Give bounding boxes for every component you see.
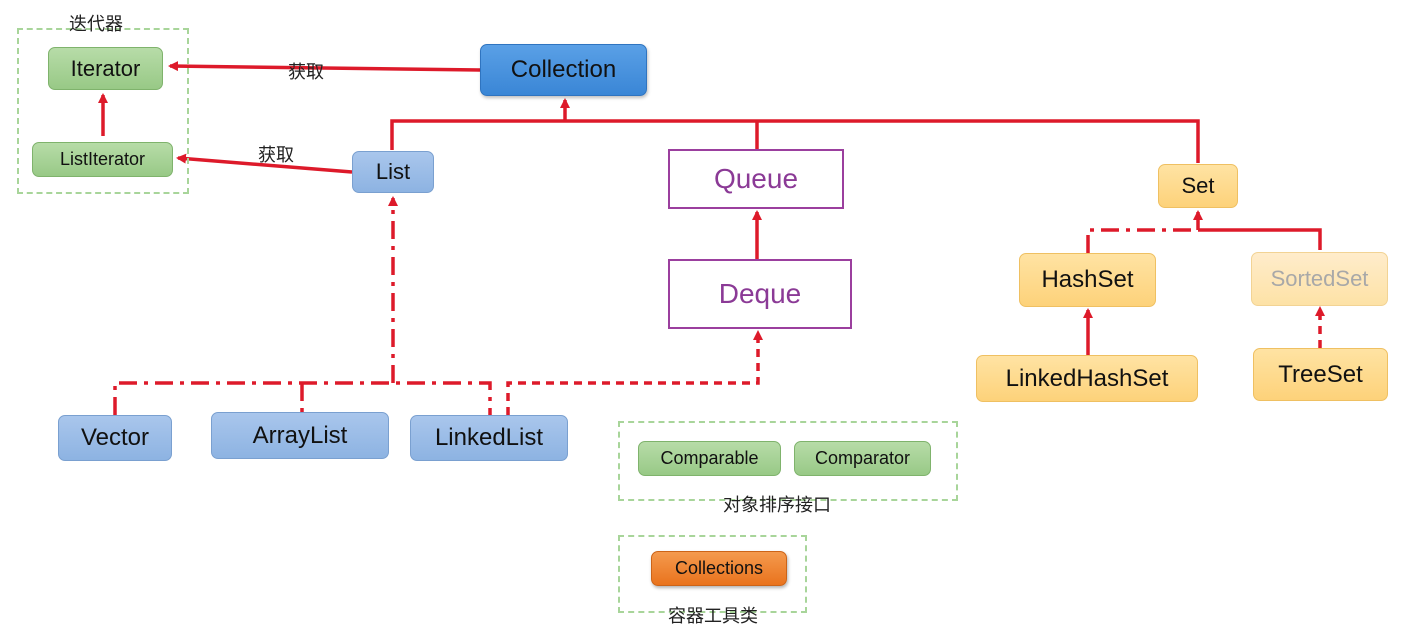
queue-node: Queue bbox=[668, 149, 844, 209]
sortedset-node: SortedSet bbox=[1251, 252, 1388, 306]
tools-group-label: 容器工具类 bbox=[668, 606, 758, 627]
collection-iterator-label: 获取 bbox=[288, 62, 324, 83]
edge-hashset-set bbox=[1086, 228, 1198, 253]
linkedlist-node: LinkedList bbox=[410, 415, 568, 461]
comparator-node: Comparator bbox=[794, 441, 931, 476]
treeset-node: TreeSet bbox=[1253, 348, 1388, 401]
hashset-node: HashSet bbox=[1019, 253, 1156, 307]
list-node: List bbox=[352, 151, 434, 193]
deque-node: Deque bbox=[668, 259, 852, 329]
set-node: Set bbox=[1158, 164, 1238, 208]
edge-collection-iterator bbox=[168, 61, 481, 72]
vector-node: Vector bbox=[58, 415, 172, 461]
iterator-node: Iterator bbox=[48, 47, 163, 90]
arraylist-node: ArrayList bbox=[211, 412, 389, 459]
collection-node: Collection bbox=[480, 44, 647, 96]
comparable-node: Comparable bbox=[638, 441, 781, 476]
linkedhashset-node: LinkedHashSet bbox=[976, 355, 1198, 402]
iterator-group-label: 迭代器 bbox=[69, 14, 123, 35]
list-iterator-node: ListIterator bbox=[32, 142, 173, 177]
comparator-group-label: 对象排序接口 bbox=[723, 495, 831, 516]
collections-node: Collections bbox=[651, 551, 787, 586]
list-listiterator-label: 获取 bbox=[258, 145, 294, 166]
edge-sortedset-set bbox=[1198, 228, 1322, 250]
edge-linkedlist-deque bbox=[506, 330, 763, 415]
